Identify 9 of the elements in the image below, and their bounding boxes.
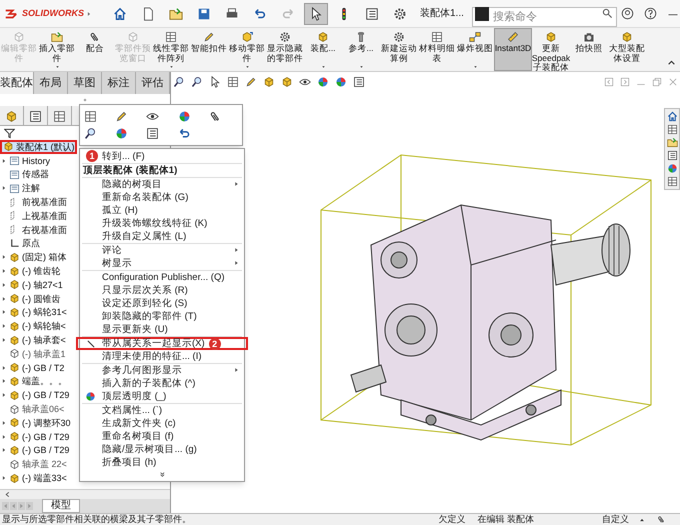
step-badge: 1 [86, 150, 98, 162]
status-message: 显示与所选零部件相关联的横梁及其子零部件。 [1, 514, 191, 525]
status-field: 在编辑 装配体 [477, 514, 534, 525]
app-logo: SOLIDWORKS [22, 6, 84, 20]
menu-header: 顶层装配体 (装配体1) [82, 164, 178, 177]
status-field: 欠定义 [438, 514, 466, 525]
step-badge: 2 [208, 338, 221, 350]
window-title: 装配体1... [420, 6, 464, 21]
status-field: 自定义 [602, 514, 629, 525]
